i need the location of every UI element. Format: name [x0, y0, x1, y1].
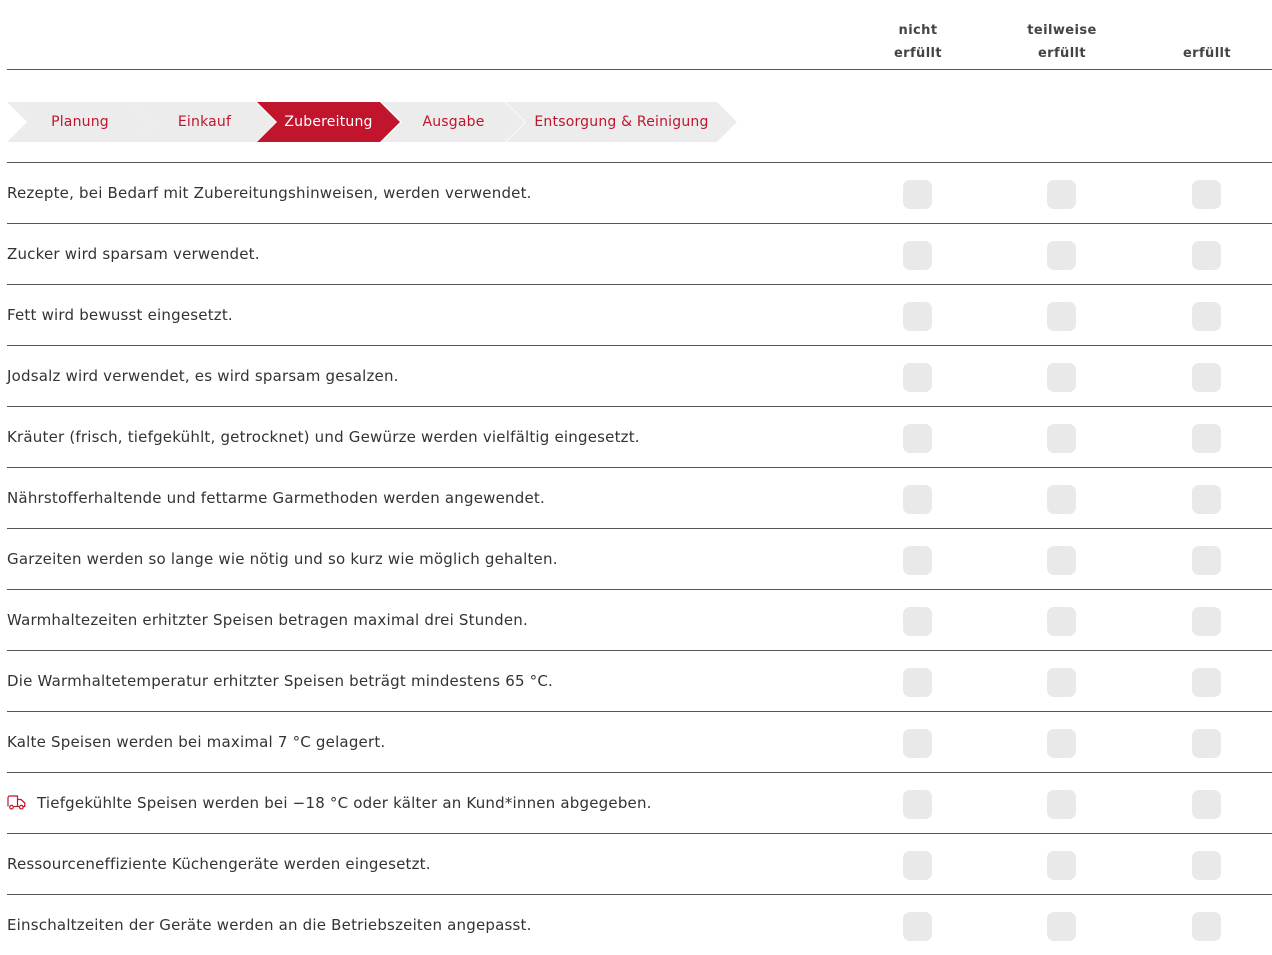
header-divider [7, 69, 1272, 70]
criterion-row: Warmhaltezeiten erhitzter Speisen betrag… [0, 589, 1272, 650]
checkbox-nicht-erfuellt[interactable] [903, 851, 932, 880]
checkbox-nicht-erfuellt[interactable] [903, 546, 932, 575]
step-label: Planung [51, 114, 109, 130]
criterion-row: Fett wird bewusst eingesetzt. [0, 284, 1272, 345]
criterion-text: Kräuter (frisch, tiefgekühlt, getrocknet… [7, 406, 640, 467]
checkbox-erfuellt[interactable] [1192, 363, 1221, 392]
criterion-text: Zucker wird sparsam verwendet. [7, 223, 260, 284]
checkbox-erfuellt[interactable] [1192, 302, 1221, 331]
step-label: Einkauf [177, 114, 232, 130]
step-planung[interactable]: Planung [7, 102, 153, 142]
criterion-row: Kalte Speisen werden bei maximal 7 °C ge… [0, 711, 1272, 772]
criterion-label: Rezepte, bei Bedarf mit Zubereitungshinw… [7, 183, 532, 202]
column-header-line2: erfüllt [893, 46, 943, 61]
criterion-label: Nährstofferhaltende und fettarme Garmeth… [7, 488, 545, 507]
checkbox-nicht-erfuellt[interactable] [903, 729, 932, 758]
checkbox-nicht-erfuellt[interactable] [903, 424, 932, 453]
criterion-text: Kalte Speisen werden bei maximal 7 °C ge… [7, 711, 385, 772]
checkbox-nicht-erfuellt[interactable] [903, 302, 932, 331]
checkbox-erfuellt[interactable] [1192, 668, 1221, 697]
column-header-line2: erfüllt [1037, 46, 1087, 61]
column-header-teilweise-erfuellt: teilweise erfüllt [990, 5, 1134, 65]
column-header-nicht-erfuellt: nicht erfüllt [846, 5, 990, 65]
criterion-row: Nährstofferhaltende und fettarme Garmeth… [0, 467, 1272, 528]
delivery-truck-icon [7, 795, 26, 810]
checkbox-nicht-erfuellt[interactable] [903, 180, 932, 209]
criterion-label: Tiefgekühlte Speisen werden bei −18 °C o… [37, 793, 652, 812]
criterion-row: Einschaltzeiten der Geräte werden an die… [0, 894, 1272, 955]
checkbox-teilweise-erfuellt[interactable] [1047, 302, 1076, 331]
checkbox-nicht-erfuellt[interactable] [903, 790, 932, 819]
criterion-label: Kalte Speisen werden bei maximal 7 °C ge… [7, 732, 386, 751]
criterion-text: Garzeiten werden so lange wie nötig und … [7, 528, 558, 589]
column-header-erfuellt: erfüllt [1135, 5, 1272, 65]
step-label: Zubereitung [284, 114, 373, 130]
criterion-label: Jodsalz wird verwendet, es wird sparsam … [7, 366, 399, 385]
criterion-text: Rezepte, bei Bedarf mit Zubereitungshinw… [7, 162, 532, 223]
checkbox-teilweise-erfuellt[interactable] [1047, 729, 1076, 758]
criterion-label: Warmhaltezeiten erhitzter Speisen betrag… [7, 610, 528, 629]
checkbox-teilweise-erfuellt[interactable] [1047, 912, 1076, 941]
criterion-label: Ressourceneffiziente Küchengeräte werden… [7, 854, 431, 873]
criterion-text: Nährstofferhaltende und fettarme Garmeth… [7, 467, 545, 528]
criterion-row: Zucker wird sparsam verwendet. [0, 223, 1272, 284]
criterion-text: Einschaltzeiten der Geräte werden an die… [7, 894, 532, 955]
step-einkauf[interactable]: Einkauf [133, 102, 276, 142]
checkbox-teilweise-erfuellt[interactable] [1047, 607, 1076, 636]
criterion-label: Fett wird bewusst eingesetzt. [7, 305, 233, 324]
criterion-row: Jodsalz wird verwendet, es wird sparsam … [0, 345, 1272, 406]
checkbox-erfuellt[interactable] [1192, 729, 1221, 758]
criterion-row: Ressourceneffiziente Küchengeräte werden… [0, 833, 1272, 894]
checkbox-nicht-erfuellt[interactable] [903, 912, 932, 941]
checkbox-erfuellt[interactable] [1192, 607, 1221, 636]
criterion-text: Jodsalz wird verwendet, es wird sparsam … [7, 345, 399, 406]
checkbox-teilweise-erfuellt[interactable] [1047, 180, 1076, 209]
checkbox-erfuellt[interactable] [1192, 241, 1221, 270]
step-zubereitung[interactable]: Zubereitung [257, 102, 400, 142]
criterion-label: Die Warmhaltetemperatur erhitzter Speise… [7, 671, 553, 690]
checkbox-teilweise-erfuellt[interactable] [1047, 363, 1076, 392]
criterion-text: Ressourceneffiziente Küchengeräte werden… [7, 833, 431, 894]
criterion-text: Die Warmhaltetemperatur erhitzter Speise… [7, 650, 553, 711]
checkbox-teilweise-erfuellt[interactable] [1047, 546, 1076, 575]
checkbox-nicht-erfuellt[interactable] [903, 607, 932, 636]
criterion-text: Warmhaltezeiten erhitzter Speisen betrag… [7, 589, 528, 650]
criterion-text: Fett wird bewusst eingesetzt. [7, 284, 233, 345]
criterion-row: Garzeiten werden so lange wie nötig und … [0, 528, 1272, 589]
step-label: Entsorgung & Reinigung [534, 114, 709, 130]
criterion-label: Einschaltzeiten der Geräte werden an die… [7, 915, 532, 934]
checkbox-teilweise-erfuellt[interactable] [1047, 851, 1076, 880]
checkbox-erfuellt[interactable] [1192, 546, 1221, 575]
criterion-label: Kräuter (frisch, tiefgekühlt, getrocknet… [7, 427, 640, 446]
checkbox-erfuellt[interactable] [1192, 180, 1221, 209]
criterion-label: Zucker wird sparsam verwendet. [7, 244, 260, 263]
checkbox-teilweise-erfuellt[interactable] [1047, 790, 1076, 819]
criterion-row: Rezepte, bei Bedarf mit Zubereitungshinw… [0, 162, 1272, 223]
checkbox-erfuellt[interactable] [1192, 424, 1221, 453]
checkbox-erfuellt[interactable] [1192, 851, 1221, 880]
checkbox-erfuellt[interactable] [1192, 790, 1221, 819]
checkbox-teilweise-erfuellt[interactable] [1047, 241, 1076, 270]
column-header-line1: nicht [898, 23, 938, 38]
checkbox-nicht-erfuellt[interactable] [903, 485, 932, 514]
column-header-line2: erfüllt [1182, 46, 1232, 61]
checkbox-erfuellt[interactable] [1192, 912, 1221, 941]
criterion-row: Kräuter (frisch, tiefgekühlt, getrocknet… [0, 406, 1272, 467]
step-entsorgung-reinigung[interactable]: Entsorgung & Reinigung [506, 102, 737, 142]
criterion-row: Tiefgekühlte Speisen werden bei −18 °C o… [0, 772, 1272, 833]
checkbox-teilweise-erfuellt[interactable] [1047, 424, 1076, 453]
checkbox-teilweise-erfuellt[interactable] [1047, 485, 1076, 514]
criterion-row: Die Warmhaltetemperatur erhitzter Speise… [0, 650, 1272, 711]
step-ausgabe[interactable]: Ausgabe [382, 102, 525, 142]
checkbox-erfuellt[interactable] [1192, 485, 1221, 514]
criterion-text: Tiefgekühlte Speisen werden bei −18 °C o… [7, 772, 652, 833]
checkbox-nicht-erfuellt[interactable] [903, 363, 932, 392]
step-label: Ausgabe [422, 114, 485, 130]
checkbox-nicht-erfuellt[interactable] [903, 241, 932, 270]
checkbox-teilweise-erfuellt[interactable] [1047, 668, 1076, 697]
column-header-line1: teilweise [1027, 23, 1097, 38]
checkbox-nicht-erfuellt[interactable] [903, 668, 932, 697]
criterion-label: Garzeiten werden so lange wie nötig und … [7, 549, 558, 568]
